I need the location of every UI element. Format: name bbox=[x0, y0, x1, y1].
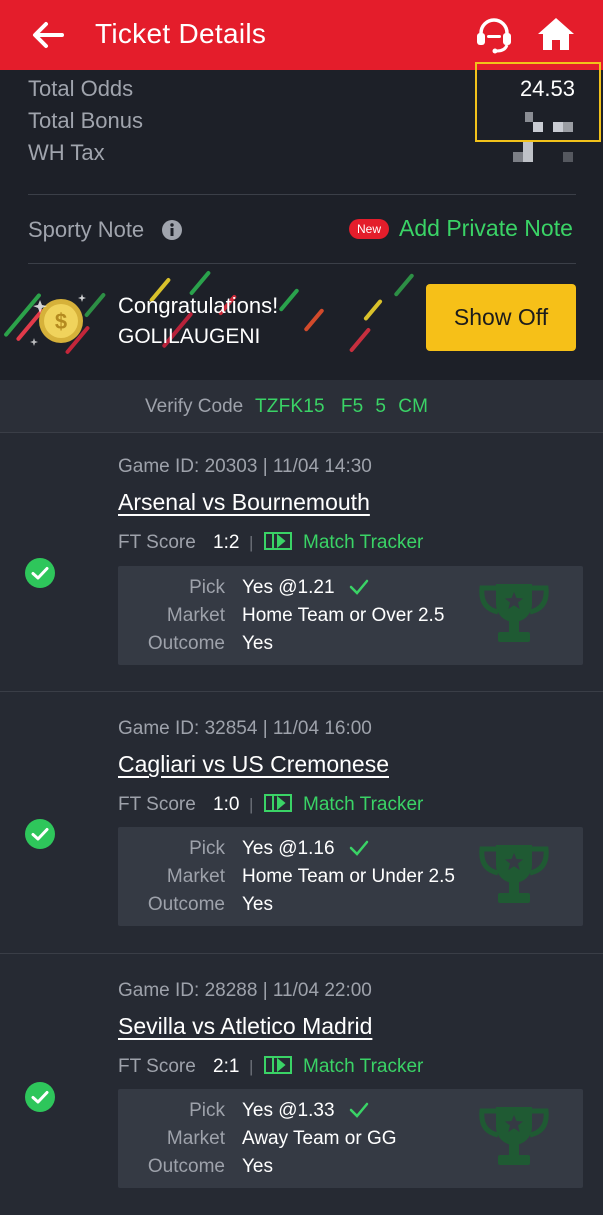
separator: | bbox=[249, 533, 254, 552]
add-private-note-link[interactable]: Add Private Note bbox=[399, 215, 573, 242]
game-card: Game ID: 28288 | 11/04 22:00 Sevilla vs … bbox=[0, 953, 603, 1215]
headset-icon[interactable] bbox=[473, 15, 515, 55]
match-tracker-icon[interactable] bbox=[264, 532, 292, 550]
game-meta: Game ID: 32854 | 11/04 16:00 bbox=[118, 718, 372, 739]
info-icon[interactable] bbox=[161, 219, 183, 241]
outcome-value: Yes bbox=[242, 1156, 273, 1177]
ft-score-value: 1:0 bbox=[213, 794, 240, 815]
checkmark-icon bbox=[349, 579, 369, 595]
pick-value: Yes @1.33 bbox=[242, 1100, 335, 1121]
pick-label: Pick bbox=[189, 577, 225, 598]
pick-value: Yes @1.16 bbox=[242, 838, 335, 859]
username-text: GOLILAUGENI bbox=[118, 325, 261, 348]
check-circle-icon bbox=[25, 558, 55, 588]
outcome-label: Outcome bbox=[147, 1156, 225, 1177]
pick-label: Pick bbox=[189, 1100, 225, 1121]
outcome-value: Yes bbox=[242, 894, 273, 915]
ft-score-label: FT Score bbox=[118, 1056, 196, 1077]
ft-score-value: 2:1 bbox=[213, 1056, 240, 1077]
match-tracker-icon[interactable] bbox=[264, 794, 292, 812]
trophy-icon bbox=[479, 584, 549, 642]
ft-score-label: FT Score bbox=[118, 532, 196, 553]
outcome-value: Yes bbox=[242, 633, 273, 654]
game-meta: Game ID: 28288 | 11/04 22:00 bbox=[118, 980, 372, 1001]
total-odds-label: Total Odds bbox=[28, 76, 134, 101]
show-off-button[interactable]: Show Off bbox=[426, 284, 576, 351]
pick-details-box: Pick Yes @1.21 Market Home Team or Over … bbox=[118, 566, 583, 665]
trophy-icon bbox=[479, 845, 549, 903]
checkmark-icon bbox=[349, 840, 369, 856]
match-tracker-link[interactable]: Match Tracker bbox=[303, 794, 423, 816]
check-circle-icon bbox=[25, 1082, 55, 1112]
new-badge: New bbox=[349, 219, 389, 239]
page-title: Ticket Details bbox=[95, 18, 267, 49]
pick-details-box: Pick Yes @1.16 Market Home Team or Under… bbox=[118, 827, 583, 926]
sporty-note-label: Sporty Note bbox=[28, 217, 145, 242]
market-label: Market bbox=[166, 1128, 225, 1149]
ft-score-value: 1:2 bbox=[213, 532, 240, 553]
market-value: Home Team or Over 2.5 bbox=[242, 605, 445, 626]
separator: | bbox=[249, 795, 254, 814]
wh-tax-label: WH Tax bbox=[28, 140, 105, 165]
outcome-label: Outcome bbox=[147, 633, 225, 654]
total-bonus-label: Total Bonus bbox=[28, 108, 143, 133]
verify-code-value: TZFK15 F5 5 CM bbox=[255, 396, 429, 417]
market-label: Market bbox=[166, 866, 225, 887]
verify-code-label: Verify Code bbox=[145, 396, 244, 417]
pick-label: Pick bbox=[189, 838, 225, 859]
market-value: Away Team or GG bbox=[242, 1128, 397, 1149]
svg-text:$: $ bbox=[55, 309, 67, 334]
game-card: Game ID: 32854 | 11/04 16:00 Cagliari vs… bbox=[0, 691, 603, 953]
checkmark-icon bbox=[349, 1102, 369, 1118]
coin-icon: $ bbox=[30, 294, 86, 346]
outcome-label: Outcome bbox=[147, 894, 225, 915]
game-teams-link[interactable]: Arsenal vs Bournemouth bbox=[118, 489, 370, 516]
pick-value: Yes @1.21 bbox=[242, 577, 335, 598]
game-meta: Game ID: 20303 | 11/04 14:30 bbox=[118, 456, 372, 477]
game-card: Game ID: 20303 | 11/04 14:30 Arsenal vs … bbox=[0, 432, 603, 694]
game-teams-link[interactable]: Sevilla vs Atletico Madrid bbox=[118, 1013, 372, 1040]
divider-top bbox=[28, 194, 576, 195]
match-tracker-icon[interactable] bbox=[264, 1056, 292, 1074]
game-teams-link[interactable]: Cagliari vs US Cremonese bbox=[118, 751, 389, 778]
home-icon[interactable] bbox=[536, 15, 576, 53]
market-label: Market bbox=[166, 605, 225, 626]
congrats-text: Congratulations! bbox=[118, 293, 279, 318]
back-arrow-icon[interactable] bbox=[30, 17, 66, 53]
match-tracker-link[interactable]: Match Tracker bbox=[303, 1056, 423, 1078]
trophy-icon bbox=[479, 1107, 549, 1165]
ft-score-label: FT Score bbox=[118, 794, 196, 815]
match-tracker-link[interactable]: Match Tracker bbox=[303, 532, 423, 554]
market-value: Home Team or Under 2.5 bbox=[242, 866, 455, 887]
separator: | bbox=[249, 1057, 254, 1076]
pick-details-box: Pick Yes @1.33 Market Away Team or GG Ou… bbox=[118, 1089, 583, 1188]
check-circle-icon bbox=[25, 819, 55, 849]
header-bar: Ticket Details bbox=[0, 0, 603, 70]
